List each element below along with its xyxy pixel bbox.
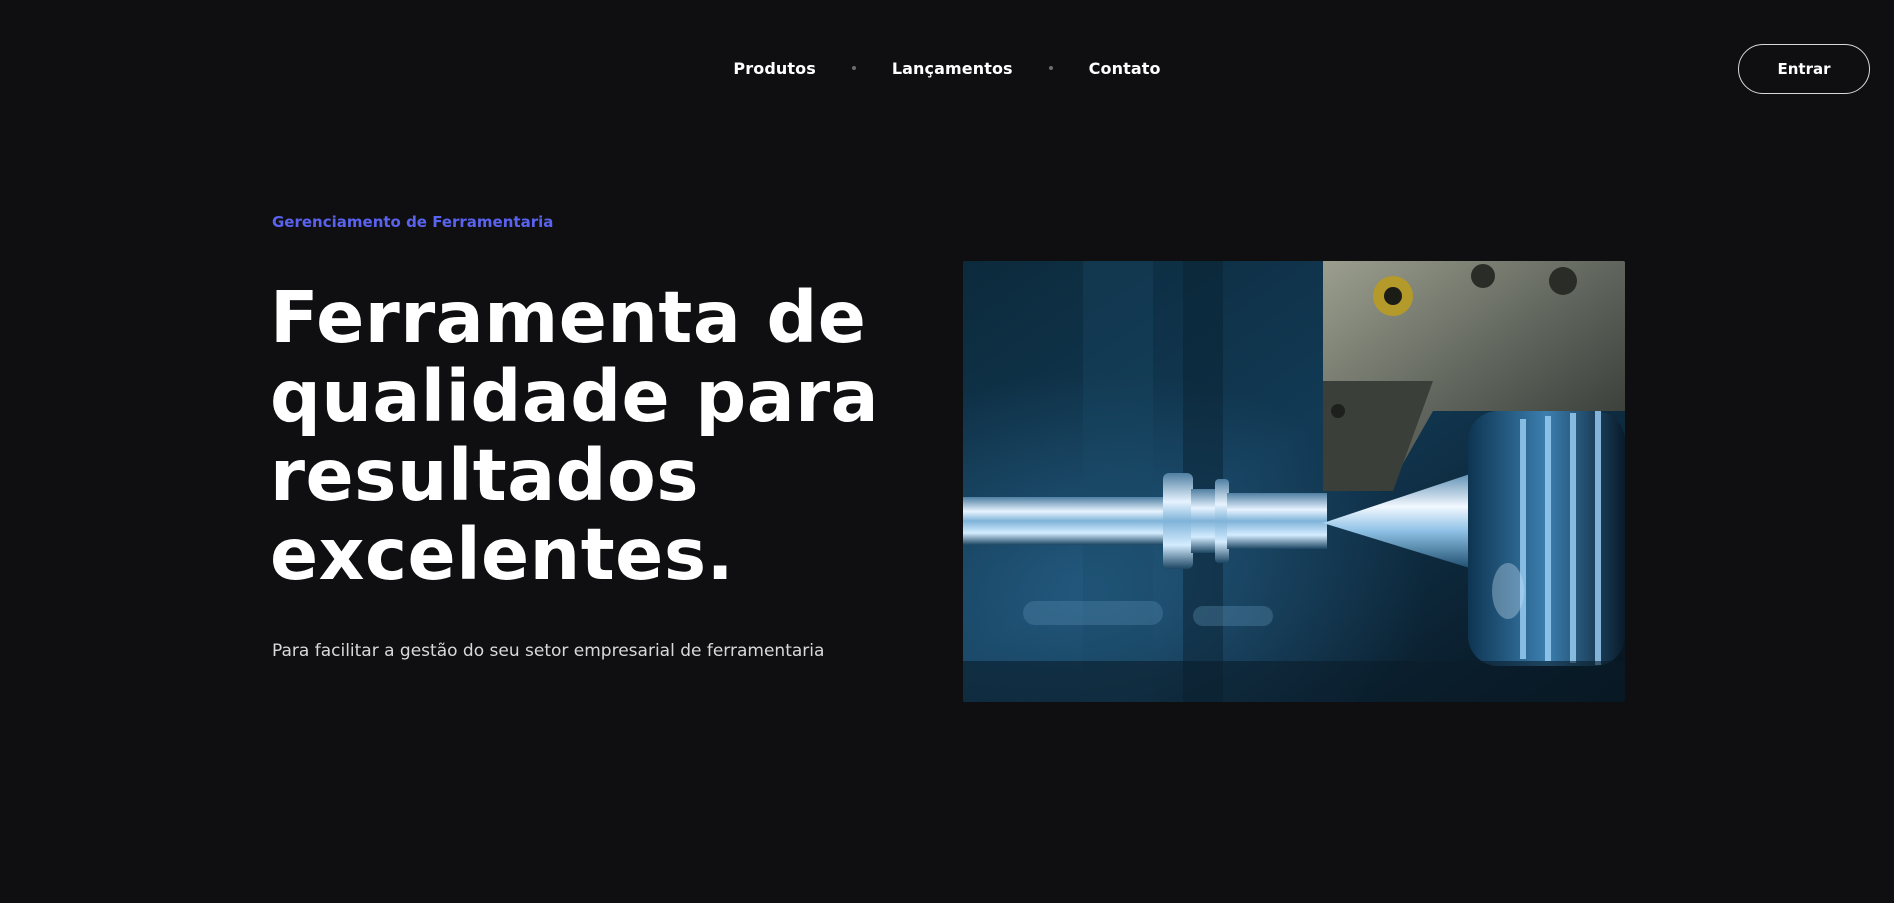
landing-page: Produtos Lançamentos Contato Entrar Gere… — [0, 0, 1894, 903]
nav-link-lancamentos[interactable]: Lançamentos — [892, 59, 1013, 78]
cnc-lathe-photo-icon — [963, 261, 1625, 702]
nav-link-produtos[interactable]: Produtos — [733, 59, 815, 78]
main-nav: Produtos Lançamentos Contato — [0, 54, 1894, 82]
hero-eyebrow: Gerenciamento de Ferramentaria — [272, 213, 554, 231]
nav-link-contato[interactable]: Contato — [1089, 59, 1161, 78]
login-button[interactable]: Entrar — [1738, 44, 1870, 94]
nav-separator-dot — [1048, 66, 1053, 70]
hero-headline: Ferramenta de qualidade para resultados … — [270, 276, 880, 596]
nav-separator-dot — [851, 66, 856, 70]
hero-image — [963, 261, 1625, 702]
hero-subtitle: Para facilitar a gestão do seu setor emp… — [272, 641, 825, 661]
